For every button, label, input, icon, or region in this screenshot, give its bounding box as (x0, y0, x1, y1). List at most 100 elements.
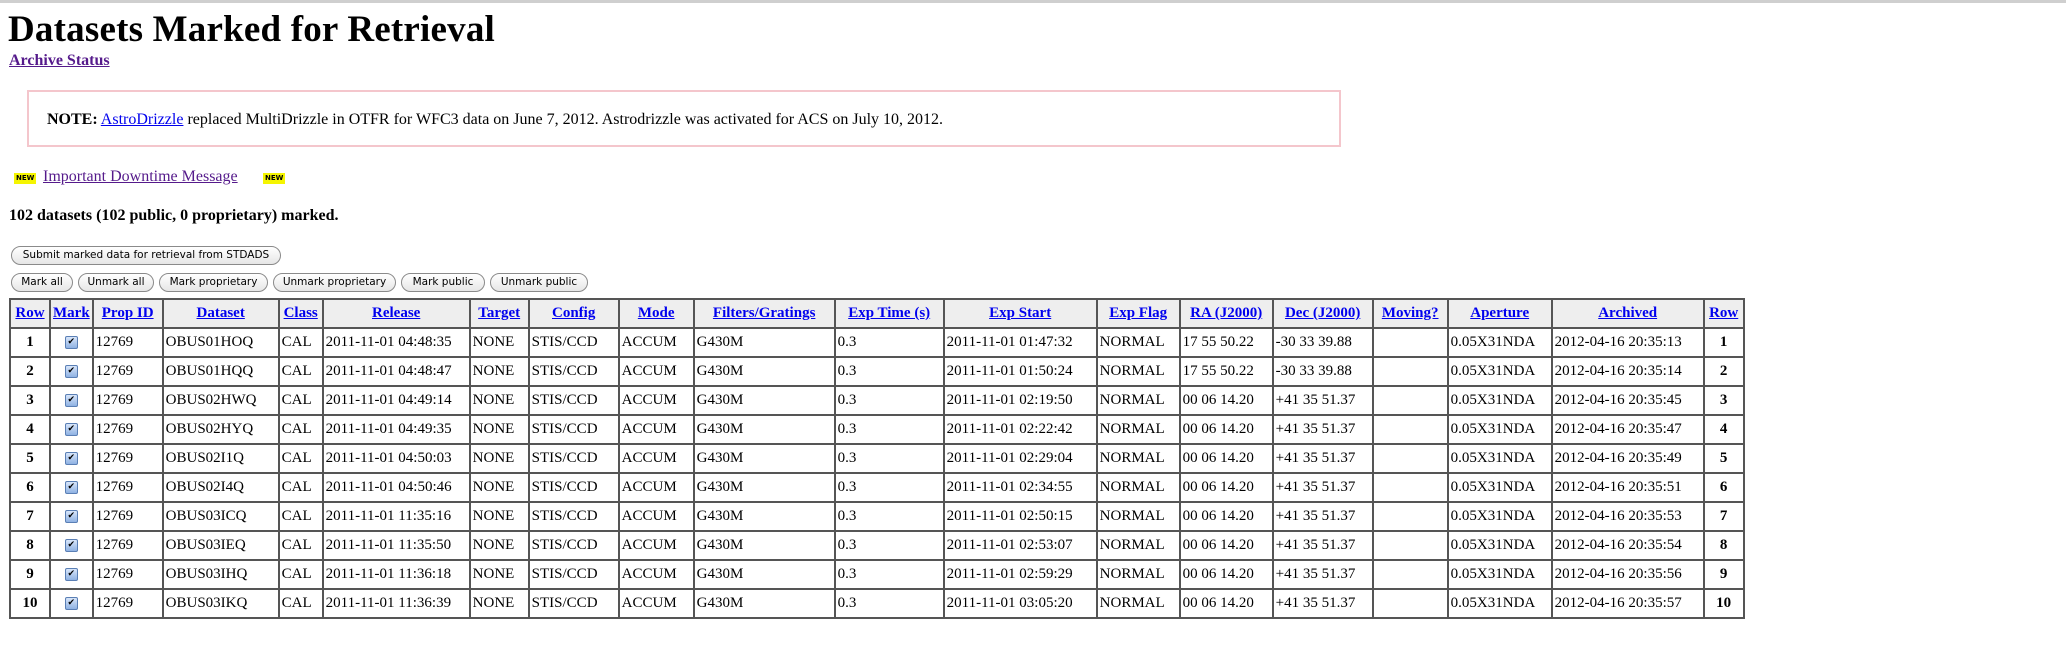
astrodrizzle-link[interactable]: AstroDrizzle (101, 111, 184, 128)
column-header-dec[interactable]: Dec (J2000) (1271, 298, 1374, 329)
note-text: NOTE: AstroDrizzle replaced MultiDrizzle… (47, 111, 943, 129)
column-header-aperture[interactable]: Aperture (1446, 298, 1553, 329)
target-cell: NONE (468, 588, 530, 619)
column-header-dataset[interactable]: Dataset (161, 298, 280, 329)
mark-checkbox[interactable]: ✔ (64, 336, 78, 350)
mode-cell: ACCUM (617, 472, 695, 503)
mark-cell[interactable]: ✔ (49, 356, 94, 387)
dec-cell: +41 35 51.37 (1271, 530, 1374, 561)
column-header-mode[interactable]: Mode (617, 298, 695, 329)
ra-cell: 00 06 14.20 (1178, 559, 1274, 590)
aperture-cell: 0.05X31NDA (1446, 327, 1553, 358)
target-cell: NONE (468, 472, 530, 503)
mode-cell: ACCUM (617, 501, 695, 532)
note-label: NOTE: (47, 111, 98, 128)
window-top-border (0, 0, 2066, 3)
exp-start-cell: 2011-11-01 02:53:07 (942, 530, 1098, 561)
column-header-row[interactable]: Row (9, 298, 51, 329)
unmark-proprietary-button[interactable]: Unmark proprietary (273, 273, 396, 292)
row-number-end-cell: 9 (1702, 559, 1745, 590)
mark-checkbox[interactable]: ✔ (64, 452, 78, 466)
moving-cell (1371, 559, 1449, 590)
target-cell: NONE (468, 385, 530, 416)
unmark-public-button[interactable]: Unmark public (490, 273, 588, 292)
archived-cell: 2012-04-16 20:35:54 (1550, 530, 1705, 561)
mark-cell[interactable]: ✔ (49, 472, 94, 503)
column-header-class[interactable]: Class (277, 298, 324, 329)
mark-cell[interactable]: ✔ (49, 559, 94, 590)
column-header-exp-start[interactable]: Exp Start (942, 298, 1098, 329)
mark-cell[interactable]: ✔ (49, 443, 94, 474)
release-cell: 2011-11-01 04:49:35 (321, 414, 471, 445)
column-header-moving[interactable]: Moving? (1371, 298, 1449, 329)
exp-time-cell: 0.3 (833, 501, 945, 532)
mark-all-button[interactable]: Mark all (11, 273, 73, 292)
column-header-prop-id[interactable]: Prop ID (91, 298, 164, 329)
dec-cell: +41 35 51.37 (1271, 501, 1374, 532)
submit-retrieval-button[interactable]: Submit marked data for retrieval from ST… (11, 246, 281, 265)
column-header-config[interactable]: Config (527, 298, 620, 329)
exp-flag-cell: NORMAL (1095, 559, 1181, 590)
note-box: NOTE: AstroDrizzle replaced MultiDrizzle… (27, 90, 1341, 147)
ra-cell: 00 06 14.20 (1178, 530, 1274, 561)
mark-checkbox[interactable]: ✔ (64, 568, 78, 582)
archived-cell: 2012-04-16 20:35:53 (1550, 501, 1705, 532)
column-header-ra[interactable]: RA (J2000) (1178, 298, 1274, 329)
mark-checkbox[interactable]: ✔ (64, 539, 78, 553)
row-number-cell: 10 (9, 588, 51, 619)
exp-flag-cell: NORMAL (1095, 472, 1181, 503)
row-number-cell: 3 (9, 385, 51, 416)
column-header-exp-time[interactable]: Exp Time (s) (833, 298, 945, 329)
mode-cell: ACCUM (617, 327, 695, 358)
dataset-cell: OBUS03IHQ (161, 559, 280, 590)
mark-checkbox[interactable]: ✔ (64, 597, 78, 611)
exp-flag-cell: NORMAL (1095, 443, 1181, 474)
dec-cell: +41 35 51.37 (1271, 472, 1374, 503)
class-cell: CAL (277, 530, 324, 561)
mark-cell[interactable]: ✔ (49, 385, 94, 416)
exp-flag-cell: NORMAL (1095, 356, 1181, 387)
mark-checkbox[interactable]: ✔ (64, 394, 78, 408)
column-header-filters[interactable]: Filters/Gratings (692, 298, 836, 329)
ra-cell: 00 06 14.20 (1178, 385, 1274, 416)
dataset-count-summary: 102 datasets (102 public, 0 proprietary)… (9, 207, 339, 224)
mark-checkbox[interactable]: ✔ (64, 510, 78, 524)
mark-cell[interactable]: ✔ (49, 530, 94, 561)
row-number-end-cell: 5 (1702, 443, 1745, 474)
mark-cell[interactable]: ✔ (49, 501, 94, 532)
archive-status-link[interactable]: Archive Status (9, 52, 110, 70)
column-header-archived[interactable]: Archived (1550, 298, 1705, 329)
aperture-cell: 0.05X31NDA (1446, 443, 1553, 474)
column-header-release[interactable]: Release (321, 298, 471, 329)
mark-public-button[interactable]: Mark public (401, 273, 485, 292)
unmark-all-button[interactable]: Unmark all (78, 273, 154, 292)
column-header-mark[interactable]: Mark (49, 298, 94, 329)
prop-id-cell: 12769 (91, 414, 164, 445)
mark-cell[interactable]: ✔ (49, 588, 94, 619)
moving-cell (1371, 327, 1449, 358)
downtime-message-link[interactable]: Important Downtime Message (43, 168, 238, 186)
mark-cell[interactable]: ✔ (49, 327, 94, 358)
mode-cell: ACCUM (617, 443, 695, 474)
mark-cell[interactable]: ✔ (49, 414, 94, 445)
column-header-row-end[interactable]: Row (1702, 298, 1745, 329)
target-cell: NONE (468, 443, 530, 474)
exp-flag-cell: NORMAL (1095, 385, 1181, 416)
prop-id-cell: 12769 (91, 559, 164, 590)
target-cell: NONE (468, 559, 530, 590)
dataset-cell: OBUS02I1Q (161, 443, 280, 474)
mark-checkbox[interactable]: ✔ (64, 481, 78, 495)
filters-cell: G430M (692, 356, 836, 387)
mark-proprietary-button[interactable]: Mark proprietary (159, 273, 268, 292)
column-header-target[interactable]: Target (468, 298, 530, 329)
prop-id-cell: 12769 (91, 443, 164, 474)
mark-checkbox[interactable]: ✔ (64, 423, 78, 437)
row-number-cell: 9 (9, 559, 51, 590)
table-row: 2 ✔ 12769 OBUS01HQQ CAL 2011-11-01 04:48:47 NO… (9, 356, 1745, 387)
archived-cell: 2012-04-16 20:35:45 (1550, 385, 1705, 416)
filters-cell: G430M (692, 385, 836, 416)
column-header-exp-flag[interactable]: Exp Flag (1095, 298, 1181, 329)
dataset-cell: OBUS02HYQ (161, 414, 280, 445)
exp-flag-cell: NORMAL (1095, 588, 1181, 619)
mark-checkbox[interactable]: ✔ (64, 365, 78, 379)
